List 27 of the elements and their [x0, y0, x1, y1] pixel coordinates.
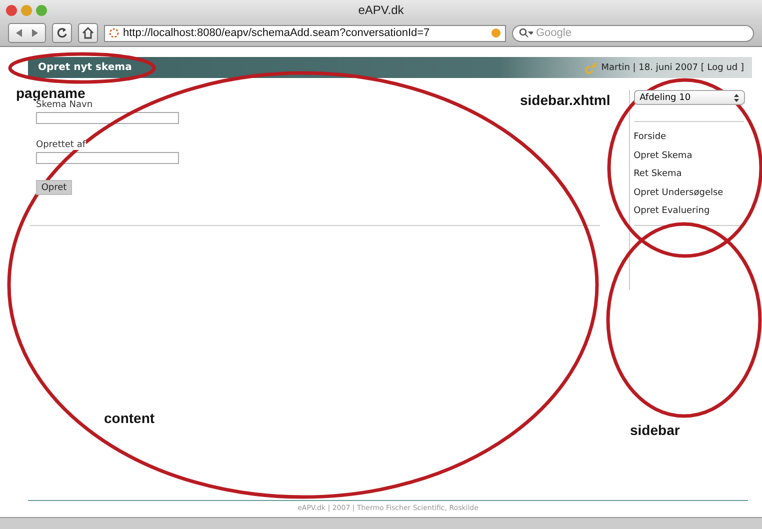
- field-label: Skema Navn: [36, 100, 93, 110]
- sidebar-link[interactable]: Opret Undersøgelse: [634, 184, 752, 202]
- input-field[interactable]: [36, 112, 179, 124]
- address-field[interactable]: http://localhost:8080/eapv/schemaAdd.seam?conversationId=7: [104, 24, 506, 42]
- home-icon[interactable]: [78, 23, 98, 43]
- annotation-label: pagename: [16, 85, 86, 101]
- user-info: Martin | 18. juni 2007 [ Log ud ]: [601, 62, 744, 72]
- sidebar-link[interactable]: Ret Skema: [634, 165, 752, 184]
- loading-icon: [109, 28, 119, 38]
- search-icon[interactable]: [519, 28, 533, 38]
- window-control-icon[interactable]: [6, 4, 17, 16]
- back-forward-icon[interactable]: [8, 23, 46, 43]
- sidebar-link[interactable]: Opret Skema: [634, 146, 752, 165]
- key-icon: [585, 62, 598, 74]
- field-label: Oprettet af: [36, 140, 86, 150]
- window-title: eAPV.dk: [357, 3, 405, 17]
- annotation-label: sidebar: [630, 422, 680, 438]
- page-title: Opret nyt skema: [38, 62, 132, 73]
- reload-icon[interactable]: [52, 23, 72, 43]
- department-select[interactable]: Afdeling 10: [634, 90, 745, 105]
- submit-button[interactable]: Opret: [36, 180, 72, 195]
- annotation-label: sidebar.xhtml: [520, 92, 610, 108]
- sidebar-link[interactable]: Opret Evaluering: [634, 202, 752, 220]
- annotation-label: content: [104, 410, 155, 426]
- stepper-icon: [734, 94, 739, 102]
- sidebar-link[interactable]: Forside: [634, 128, 752, 146]
- input-field[interactable]: [36, 152, 179, 164]
